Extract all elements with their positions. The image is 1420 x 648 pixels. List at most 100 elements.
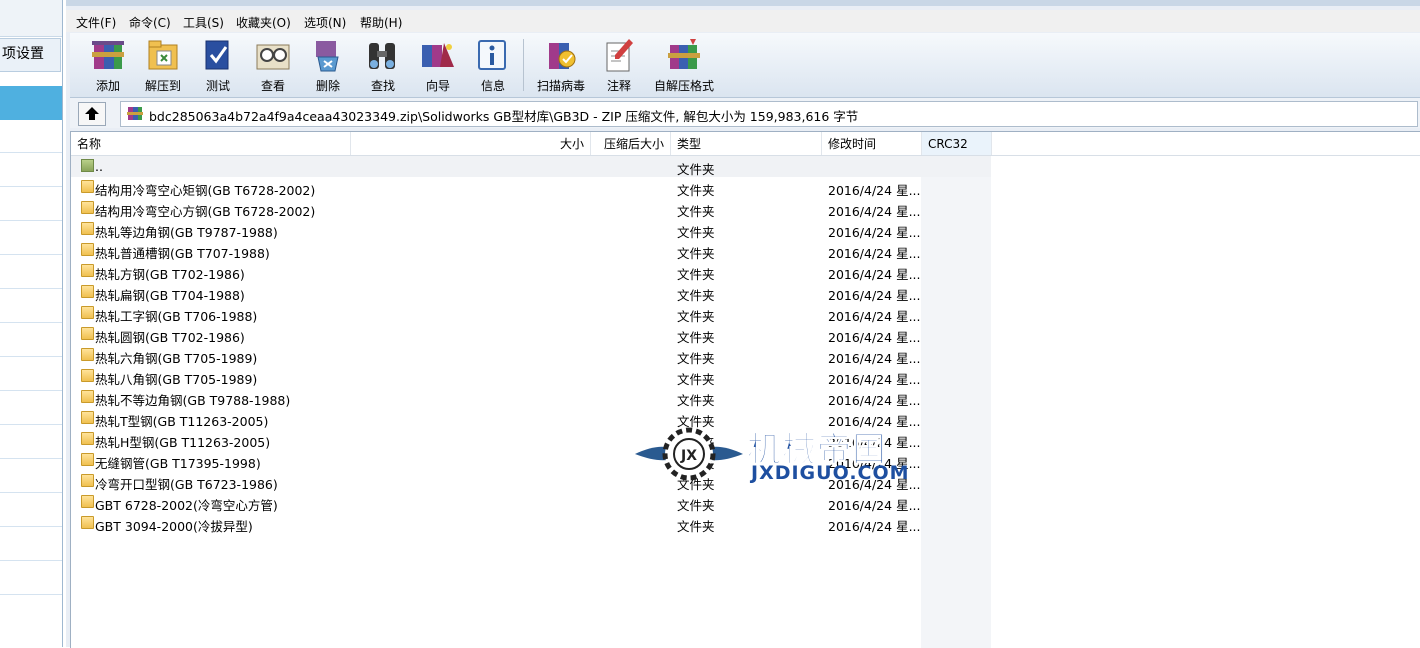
add-archive-icon <box>92 41 124 69</box>
file-name: 冷弯开口型钢(GB T6723-1986) <box>95 477 278 492</box>
folder-icon <box>81 222 94 235</box>
column-crc32[interactable]: CRC32 <box>922 132 992 155</box>
address-bar: bdc285063a4b72a4f9a4ceaa43023349.zip\Sol… <box>70 98 1420 128</box>
wizard-button[interactable]: 向导 <box>411 35 465 95</box>
file-name: 结构用冷弯空心方钢(GB T6728-2002) <box>95 204 316 219</box>
folder-row[interactable]: 热轧扁钢(GB T704-1988) 文件夹 2016/4/24 星... <box>71 282 991 303</box>
extract-to-button[interactable]: 解压到 <box>136 35 190 95</box>
folder-row[interactable]: 热轧等边角钢(GB T9787-1988) 文件夹 2016/4/24 星... <box>71 219 991 240</box>
column-modified[interactable]: 修改时间 <box>822 132 922 155</box>
column-header: 名称 大小 压缩后大小 类型 修改时间 CRC32 <box>71 132 1420 156</box>
virus-scan-icon <box>549 43 576 69</box>
column-type[interactable]: 类型 <box>671 132 822 155</box>
column-size[interactable]: 大小 <box>351 132 591 155</box>
divider <box>0 492 62 493</box>
folder-row[interactable]: 热轧不等边角钢(GB T9788-1988) 文件夹 2016/4/24 星... <box>71 387 991 408</box>
file-name: 热轧方钢(GB T702-1986) <box>95 267 245 282</box>
virus-scan-button[interactable]: 扫描病毒 <box>530 35 592 95</box>
title-bar[interactable] <box>66 0 1420 6</box>
parent-folder-icon <box>81 159 94 172</box>
file-type: 文件夹 <box>677 519 715 534</box>
side-panel-selected-item[interactable] <box>0 86 62 120</box>
folder-row[interactable]: 热轧六角钢(GB T705-1989) 文件夹 2016/4/24 星... <box>71 345 991 366</box>
menu-favorites[interactable]: 收藏夹(O) <box>236 14 291 31</box>
divider <box>0 424 62 425</box>
up-folder-button[interactable] <box>78 102 106 126</box>
file-name: 热轧不等边角钢(GB T9788-1988) <box>95 393 291 408</box>
file-name: 热轧普通槽钢(GB T707-1988) <box>95 246 270 261</box>
info-button[interactable]: 信息 <box>466 35 520 95</box>
folder-row[interactable]: GBT 6728-2002(冷弯空心方管) 文件夹 2016/4/24 星... <box>71 492 991 513</box>
menu-help[interactable]: 帮助(H) <box>360 14 402 31</box>
background-side-panel: 项设置 <box>0 0 63 647</box>
file-name: GBT 6728-2002(冷弯空心方管) <box>95 498 278 513</box>
folder-icon <box>81 327 94 340</box>
divider <box>0 220 62 221</box>
folder-icon <box>81 495 94 508</box>
add-button[interactable]: 添加 <box>81 35 135 95</box>
delete-icon <box>316 41 339 72</box>
file-name: 热轧工字钢(GB T706-1988) <box>95 309 258 324</box>
divider <box>0 594 62 595</box>
column-packed-size[interactable]: 压缩后大小 <box>591 132 671 155</box>
settings-tab[interactable]: 项设置 <box>0 38 61 72</box>
watermark-url: JXDIGUO.COM <box>751 462 910 484</box>
folder-row[interactable]: 热轧普通槽钢(GB T707-1988) 文件夹 2016/4/24 星... <box>71 240 991 261</box>
toolbar-separator <box>523 39 524 91</box>
test-icon <box>205 40 229 70</box>
folder-row[interactable]: 热轧圆钢(GB T702-1986) 文件夹 2016/4/24 星... <box>71 324 991 345</box>
virus-scan-label: 扫描病毒 <box>536 79 585 93</box>
menu-commands[interactable]: 命令(C) <box>129 14 171 31</box>
file-name: GBT 3094-2000(冷拔异型) <box>95 519 253 534</box>
file-name: 热轧H型钢(GB T11263-2005) <box>95 435 271 450</box>
folder-row[interactable]: 结构用冷弯空心方钢(GB T6728-2002) 文件夹 2016/4/24 星..… <box>71 198 991 219</box>
file-type: 文件夹 <box>677 204 715 219</box>
folder-row[interactable]: 热轧八角钢(GB T705-1989) 文件夹 2016/4/24 星... <box>71 366 991 387</box>
file-type: 文件夹 <box>677 246 715 261</box>
menu-options[interactable]: 选项(N) <box>304 14 346 31</box>
delete-button[interactable]: 删除 <box>301 35 355 95</box>
winrar-window: 文件(F) 命令(C) 工具(S) 收藏夹(O) 选项(N) 帮助(H) 添加 … <box>66 0 1420 648</box>
folder-icon <box>81 390 94 403</box>
folder-icon <box>81 264 94 277</box>
file-modified: 2016/4/24 星... <box>828 246 921 261</box>
add-label: 添加 <box>95 79 120 93</box>
sfx-icon <box>668 39 700 69</box>
menu-tools[interactable]: 工具(S) <box>183 14 224 31</box>
comment-button[interactable]: 注释 <box>592 35 646 95</box>
info-label: 信息 <box>480 79 505 93</box>
file-name: 热轧八角钢(GB T705-1989) <box>95 372 258 387</box>
file-type: 文件夹 <box>677 309 715 324</box>
divider <box>0 560 62 561</box>
file-modified: 2016/4/24 星... <box>828 288 921 303</box>
view-label: 查看 <box>260 79 285 93</box>
sfx-label: 自解压格式 <box>653 79 714 93</box>
file-type: 文件夹 <box>677 183 715 198</box>
test-button[interactable]: 测试 <box>191 35 245 95</box>
find-button[interactable]: 查找 <box>356 35 410 95</box>
folder-icon <box>81 243 94 256</box>
folder-icon <box>81 432 94 445</box>
divider <box>0 152 62 153</box>
comment-icon <box>606 39 633 72</box>
file-type: 文件夹 <box>677 162 715 177</box>
folder-row[interactable]: 热轧方钢(GB T702-1986) 文件夹 2016/4/24 星... <box>71 261 991 282</box>
divider <box>0 390 62 391</box>
folder-row[interactable]: GBT 3094-2000(冷拔异型) 文件夹 2016/4/24 星... <box>71 513 991 534</box>
file-modified: 2016/4/24 星... <box>828 204 921 219</box>
view-button[interactable]: 查看 <box>246 35 300 95</box>
menu-file[interactable]: 文件(F) <box>76 14 116 31</box>
up-arrow-icon <box>85 107 99 120</box>
folder-row[interactable]: 热轧工字钢(GB T706-1988) 文件夹 2016/4/24 星... <box>71 303 991 324</box>
file-type: 文件夹 <box>677 267 715 282</box>
path-field[interactable]: bdc285063a4b72a4f9a4ceaa43023349.zip\Sol… <box>120 101 1418 127</box>
divider <box>0 322 62 323</box>
sfx-button[interactable]: 自解压格式 <box>648 35 720 95</box>
find-icon <box>369 43 395 69</box>
divider <box>0 288 62 289</box>
folder-row[interactable]: 结构用冷弯空心矩钢(GB T6728-2002) 文件夹 2016/4/24 星..… <box>71 177 991 198</box>
file-name: 结构用冷弯空心矩钢(GB T6728-2002) <box>95 183 316 198</box>
parent-folder-row[interactable]: .. 文件夹 <box>71 156 991 177</box>
column-name[interactable]: 名称 <box>71 132 351 155</box>
file-name: 热轧六角钢(GB T705-1989) <box>95 351 258 366</box>
